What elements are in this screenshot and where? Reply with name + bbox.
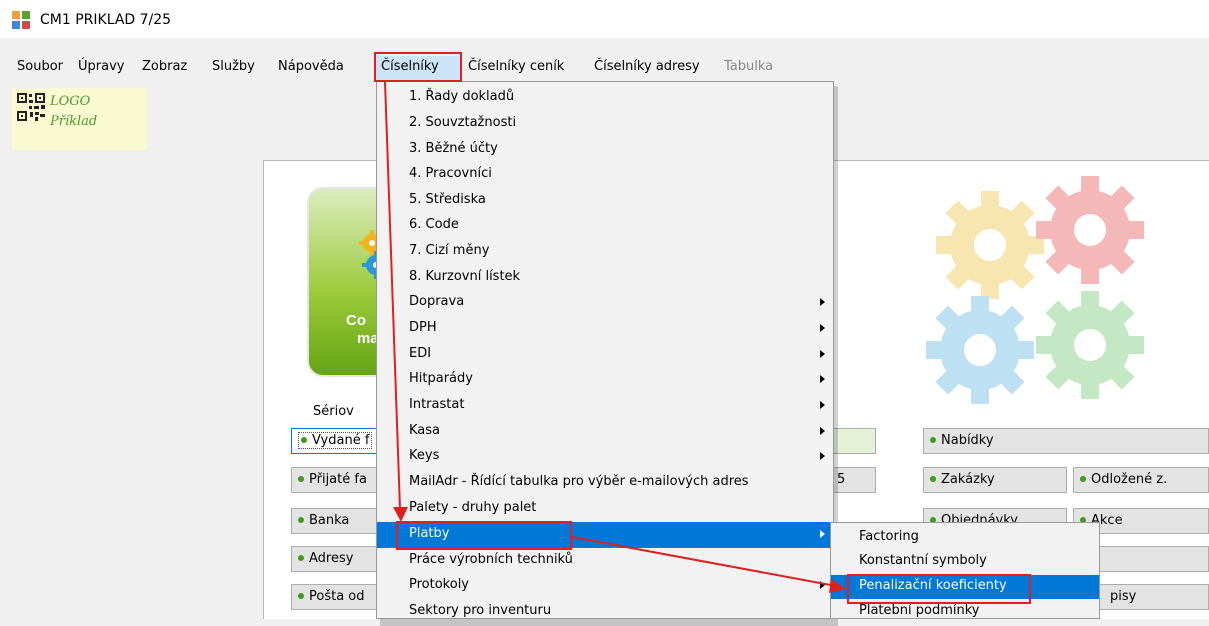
posta-button[interactable]: Pošta od bbox=[291, 584, 381, 610]
nabidky-button[interactable]: Nabídky bbox=[923, 428, 1209, 454]
prijate-faktury-label: Přijaté fa bbox=[309, 472, 367, 487]
bullet-icon bbox=[1080, 475, 1086, 482]
menu-item-strediska[interactable]: 5. Střediska bbox=[377, 188, 833, 214]
zakazky-button[interactable]: Zakázky bbox=[923, 467, 1067, 493]
menu-soubor[interactable]: Soubor bbox=[17, 58, 63, 76]
menu-item-mailadr[interactable]: MailAdr - Řídící tabulka pro výběr e-mai… bbox=[377, 470, 833, 496]
posta-label: Pošta od bbox=[309, 589, 365, 604]
platby-submenu: Factoring Konstantní symboly Penalizační… bbox=[830, 522, 1100, 619]
menu-item-cizi-meny[interactable]: 7. Cizí měny bbox=[377, 239, 833, 265]
tile-text-1: Co bbox=[346, 312, 366, 329]
menu-ciselniky-adresy[interactable]: Číselníky adresy bbox=[594, 58, 700, 76]
submenu-arrow-icon bbox=[820, 452, 825, 460]
menu-item-keys[interactable]: Keys bbox=[377, 444, 833, 470]
menu-item-intrastat[interactable]: Intrastat bbox=[377, 393, 833, 419]
menu-item-prace-vyrobnich-techniku[interactable]: Práce výrobních techniků bbox=[377, 548, 833, 574]
menu-item-rady-dokladu[interactable]: 1. Řady dokladů bbox=[377, 85, 833, 111]
submenu-arrow-icon bbox=[820, 298, 825, 306]
menu-item-souvztaznosti[interactable]: 2. Souvztažnosti bbox=[377, 111, 833, 137]
submenu-item-factoring[interactable]: Factoring bbox=[831, 526, 1099, 550]
bullet-icon bbox=[298, 554, 304, 561]
menu-item-pracovnici[interactable]: 4. Pracovníci bbox=[377, 162, 833, 188]
menu-item-hitparady[interactable]: Hitparády bbox=[377, 367, 833, 393]
odlozene-button[interactable]: Odložené z. bbox=[1073, 467, 1209, 493]
logo-text-line1: LOGO bbox=[50, 94, 91, 109]
adresy-button[interactable]: Adresy bbox=[291, 546, 381, 572]
zapisy-label: pisy bbox=[1110, 589, 1137, 604]
menu-item-protokoly[interactable]: Protokoly bbox=[377, 573, 833, 599]
bullet-icon bbox=[301, 436, 307, 443]
menu-zobraz[interactable]: Zobraz bbox=[142, 58, 187, 76]
menu-item-edi[interactable]: EDI bbox=[377, 342, 833, 368]
menu-item-bezne-ucty[interactable]: 3. Běžné účty bbox=[377, 137, 833, 163]
annotation-box-ciselniky bbox=[374, 52, 462, 82]
menu-ciselniky-cenik[interactable]: Číselníky ceník bbox=[468, 58, 564, 76]
menu-item-kurzovni-listek[interactable]: 8. Kurzovní lístek bbox=[377, 265, 833, 291]
nabidky-label: Nabídky bbox=[941, 433, 994, 448]
submenu-arrow-icon bbox=[820, 324, 825, 332]
menu-bar: Soubor Úpravy Zobraz Služby Nápověda Čís… bbox=[0, 54, 1209, 80]
annotation-box-platby bbox=[396, 521, 572, 550]
odlozene-label: Odložené z. bbox=[1091, 472, 1168, 487]
menu-item-sektory[interactable]: Sektory pro inventuru bbox=[377, 599, 833, 625]
submenu-arrow-icon bbox=[820, 375, 825, 383]
vydane-faktury-button[interactable]: Vydané f bbox=[291, 428, 381, 454]
submenu-arrow-icon bbox=[820, 530, 825, 538]
menu-upravy[interactable]: Úpravy bbox=[78, 58, 124, 76]
app-icon bbox=[12, 11, 30, 29]
gears-decoration-icon bbox=[926, 176, 1144, 404]
mid-button-2-label: 5 bbox=[837, 472, 846, 487]
window-title: CM1 PRIKLAD 7/25 bbox=[40, 12, 172, 28]
menu-sluzby[interactable]: Služby bbox=[212, 58, 255, 76]
submenu-arrow-icon bbox=[820, 401, 825, 409]
adresy-label: Adresy bbox=[309, 551, 354, 566]
qr-code-icon bbox=[16, 92, 46, 122]
submenu-arrow-icon bbox=[820, 427, 825, 435]
bullet-icon bbox=[930, 475, 936, 482]
menu-napoveda[interactable]: Nápověda bbox=[278, 58, 344, 76]
bullet-icon bbox=[930, 436, 936, 443]
logo-text-line2: Příklad bbox=[50, 114, 98, 129]
title-bar: CM1 PRIKLAD 7/25 bbox=[0, 0, 1209, 38]
section-label: Sériov bbox=[313, 404, 354, 419]
zakazky-label: Zakázky bbox=[941, 472, 995, 487]
submenu-item-konstantni-symboly[interactable]: Konstantní symboly bbox=[831, 550, 1099, 574]
bullet-icon bbox=[298, 475, 304, 482]
menu-item-palety[interactable]: Palety - druhy palet bbox=[377, 496, 833, 522]
menu-item-dph[interactable]: DPH bbox=[377, 316, 833, 342]
submenu-arrow-icon bbox=[820, 350, 825, 358]
menu-tabulka[interactable]: Tabulka bbox=[724, 58, 773, 76]
menu-item-doprava[interactable]: Doprava bbox=[377, 290, 833, 316]
banka-label: Banka bbox=[309, 513, 350, 528]
bullet-icon bbox=[298, 516, 304, 523]
prijate-faktury-button[interactable]: Přijaté fa bbox=[291, 467, 381, 493]
company-logo: LOGO Příklad bbox=[12, 88, 147, 150]
submenu-arrow-icon bbox=[820, 581, 825, 589]
menu-item-code[interactable]: 6. Code bbox=[377, 213, 833, 239]
bullet-icon bbox=[298, 592, 304, 599]
vydane-faktury-label: Vydané f bbox=[312, 433, 370, 448]
banka-button[interactable]: Banka bbox=[291, 508, 381, 534]
menu-item-kasa[interactable]: Kasa bbox=[377, 419, 833, 445]
annotation-box-penalizacni bbox=[847, 574, 1031, 604]
